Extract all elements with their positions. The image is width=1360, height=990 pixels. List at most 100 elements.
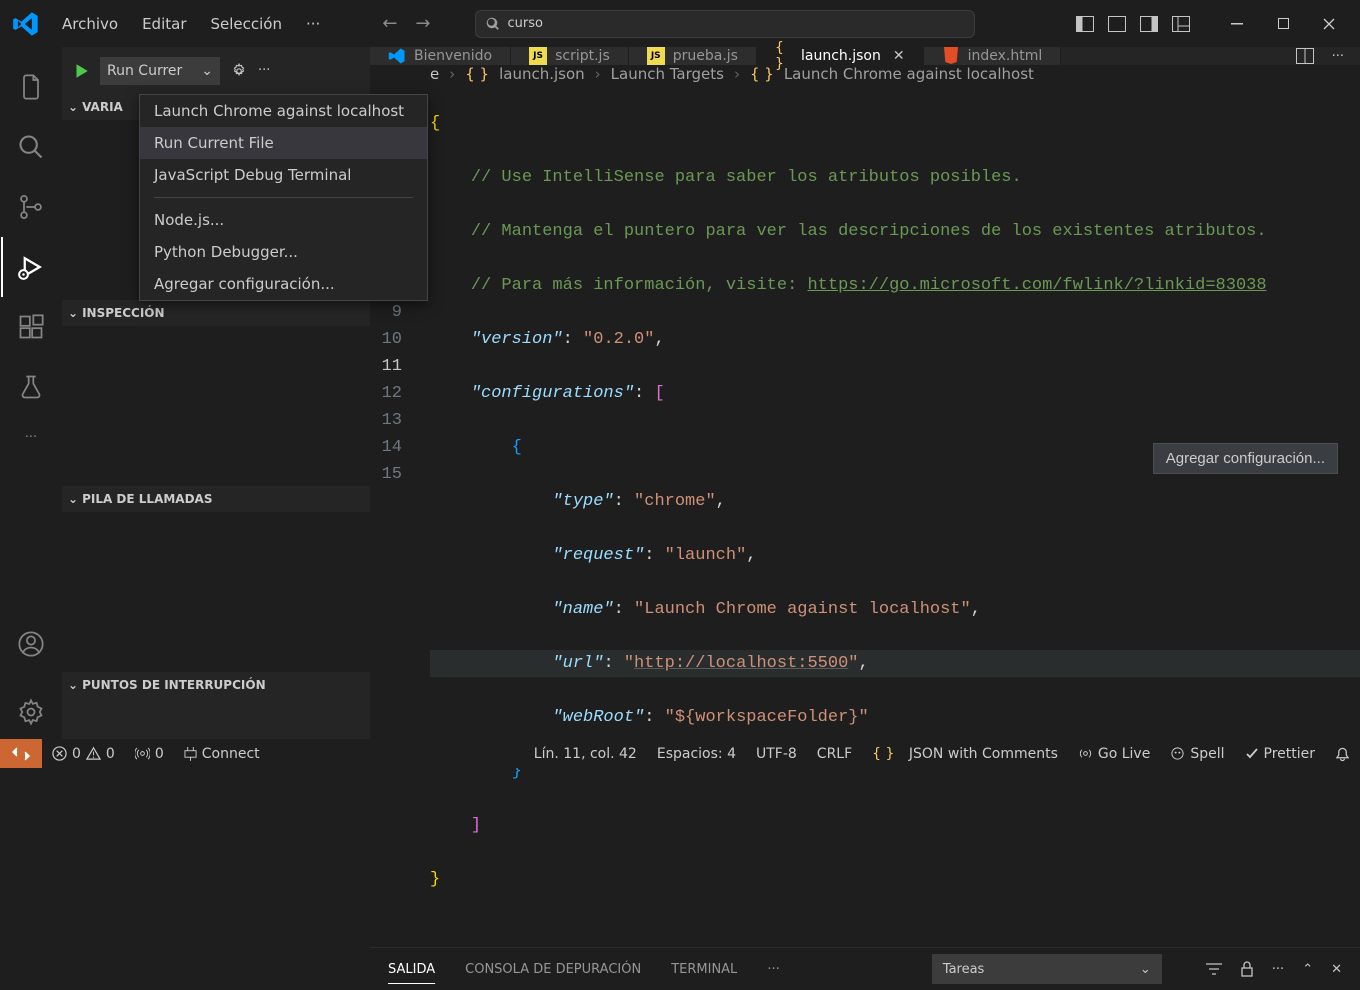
window-maximize-icon[interactable] xyxy=(1260,0,1306,47)
debug-header: Run Currer ⌄ ··· xyxy=(62,47,370,94)
add-configuration-button[interactable]: Agregar configuración... xyxy=(1153,443,1338,474)
status-bell-icon[interactable] xyxy=(1325,746,1360,762)
tab-index-html[interactable]: index.html xyxy=(924,47,1062,65)
chevron-down-icon: ⌄ xyxy=(1140,962,1151,977)
breadcrumb-segment[interactable]: Launch Targets xyxy=(611,65,724,83)
json-icon: { } xyxy=(750,65,774,83)
panel-close-icon[interactable]: ✕ xyxy=(1331,962,1342,977)
layout-left-icon[interactable] xyxy=(1072,13,1098,35)
tab-launch-json[interactable]: { } launch.json ✕ xyxy=(757,47,924,65)
js-icon: JS xyxy=(647,47,665,65)
status-spaces[interactable]: Espacios: 4 xyxy=(647,746,746,762)
status-spell[interactable]: Spell xyxy=(1160,746,1234,762)
chevron-down-icon: ⌄ xyxy=(201,63,213,79)
activity-more-icon[interactable]: ··· xyxy=(1,417,61,457)
section-watch[interactable]: ⌄ INSPECCIÓN xyxy=(62,300,370,326)
menu-archivo[interactable]: Archivo xyxy=(50,7,130,41)
tab-prueba-js[interactable]: JS prueba.js xyxy=(629,47,757,65)
dropdown-item[interactable]: Agregar configuración... xyxy=(140,268,427,300)
dropdown-item[interactable]: JavaScript Debug Terminal xyxy=(140,159,427,191)
remote-indicator-icon[interactable] xyxy=(0,739,42,768)
output-channel-select[interactable]: Tareas ⌄ xyxy=(932,954,1162,984)
chevron-right-icon: › xyxy=(734,65,740,83)
window-close-icon[interactable] xyxy=(1306,0,1352,47)
dropdown-item[interactable]: Run Current File xyxy=(140,127,427,159)
status-lincol[interactable]: Lín. 11, col. 42 xyxy=(524,746,647,762)
filter-icon[interactable] xyxy=(1206,962,1222,976)
status-language[interactable]: { } JSON with Comments xyxy=(862,746,1068,762)
status-connect[interactable]: Connect xyxy=(174,746,270,762)
debug-settings-icon[interactable] xyxy=(230,62,248,80)
activitybar: ··· xyxy=(0,47,62,739)
menu-more-icon[interactable]: ··· xyxy=(294,7,332,41)
code-editor[interactable]: 8 9 10 11 12 13 14 15 { // Use IntelliSe… xyxy=(370,83,1360,947)
editor-tabs: Bienvenido JS script.js JS prueba.js { }… xyxy=(370,47,1360,65)
status-encoding[interactable]: UTF-8 xyxy=(746,746,807,762)
menu-seleccion[interactable]: Selección xyxy=(199,7,295,41)
breadcrumb-segment[interactable]: Launch Chrome against localhost xyxy=(784,65,1034,83)
activity-testing-icon[interactable] xyxy=(1,357,61,417)
bottom-panel: SALIDA CONSOLA DE DEPURACIÓN TERMINAL ··… xyxy=(370,947,1360,990)
window-minimize-icon[interactable] xyxy=(1214,0,1260,47)
activity-search-icon[interactable] xyxy=(1,117,61,177)
chevron-down-icon: ⌄ xyxy=(68,306,78,320)
menubar: Archivo Editar Selección ··· xyxy=(50,7,332,41)
start-debug-icon[interactable] xyxy=(72,62,90,80)
json-icon: { } xyxy=(775,47,793,65)
code-content[interactable]: { // Use IntelliSense para saber los atr… xyxy=(430,83,1360,947)
panel-tab-terminal[interactable]: TERMINAL xyxy=(671,962,737,977)
vscode-logo-icon xyxy=(12,10,40,38)
titlebar: Archivo Editar Selección ··· ← → curso xyxy=(0,0,1360,47)
chevron-up-icon[interactable]: ⌃ xyxy=(1302,962,1313,977)
status-golive[interactable]: Go Live xyxy=(1068,746,1160,762)
tab-script-js[interactable]: JS script.js xyxy=(511,47,629,65)
command-center[interactable]: curso xyxy=(475,10,975,38)
status-errors[interactable]: 0 0 xyxy=(42,746,125,762)
statusbar: 0 0 0 Connect Lín. 11, col. 42 Espacios:… xyxy=(0,739,1360,768)
breadcrumb-file[interactable]: launch.json xyxy=(499,65,585,83)
callstack-body xyxy=(62,512,370,672)
json-icon: { } xyxy=(465,65,489,83)
panel-more-icon[interactable]: ··· xyxy=(1272,962,1284,977)
js-icon: JS xyxy=(529,47,547,65)
html-icon xyxy=(942,47,960,65)
dropdown-separator xyxy=(154,197,413,198)
nav-forward-icon[interactable]: → xyxy=(415,13,430,34)
vscode-icon xyxy=(388,47,406,65)
watch-body xyxy=(62,326,370,486)
lock-icon[interactable] xyxy=(1240,961,1254,977)
section-callstack[interactable]: ⌄ PILA DE LLAMADAS xyxy=(62,486,370,512)
section-breakpoints[interactable]: ⌄ PUNTOS DE INTERRUPCIÓN xyxy=(62,672,370,698)
status-eol[interactable]: CRLF xyxy=(807,746,862,762)
layout-bottom-icon[interactable] xyxy=(1104,13,1130,35)
breadcrumbs[interactable]: e › { } launch.json › Launch Targets › {… xyxy=(370,65,1360,83)
status-port[interactable]: 0 xyxy=(125,746,174,762)
activity-explorer-icon[interactable] xyxy=(1,57,61,117)
nav-arrows: ← → xyxy=(382,13,430,34)
menu-editar[interactable]: Editar xyxy=(130,7,198,41)
panel-tab-debug-console[interactable]: CONSOLA DE DEPURACIÓN xyxy=(465,962,641,977)
chevron-right-icon: › xyxy=(595,65,601,83)
debug-more-icon[interactable]: ··· xyxy=(258,63,270,78)
dropdown-item[interactable]: Python Debugger... xyxy=(140,236,427,268)
panel-more-icon[interactable]: ··· xyxy=(767,962,779,977)
activity-account-icon[interactable] xyxy=(1,614,61,674)
tab-close-icon[interactable]: ✕ xyxy=(893,48,905,64)
tab-bienvenido[interactable]: Bienvenido xyxy=(370,47,511,65)
split-editor-icon[interactable] xyxy=(1296,48,1314,64)
status-prettier[interactable]: Prettier xyxy=(1235,746,1326,762)
activity-settings-icon[interactable] xyxy=(1,684,61,739)
layout-customize-icon[interactable] xyxy=(1168,13,1194,35)
editor-area: Bienvenido JS script.js JS prueba.js { }… xyxy=(370,47,1360,739)
dropdown-item[interactable]: Node.js... xyxy=(140,204,427,236)
activity-extensions-icon[interactable] xyxy=(1,297,61,357)
nav-back-icon[interactable]: ← xyxy=(382,13,397,34)
tab-more-icon[interactable]: ··· xyxy=(1332,49,1344,64)
panel-tab-output[interactable]: SALIDA xyxy=(388,962,435,977)
chevron-down-icon: ⌄ xyxy=(68,492,78,506)
dropdown-item[interactable]: Launch Chrome against localhost xyxy=(140,95,427,127)
activity-scm-icon[interactable] xyxy=(1,177,61,237)
debug-config-select[interactable]: Run Currer ⌄ xyxy=(100,57,220,85)
activity-debug-icon[interactable] xyxy=(1,237,61,297)
layout-right-icon[interactable] xyxy=(1136,13,1162,35)
